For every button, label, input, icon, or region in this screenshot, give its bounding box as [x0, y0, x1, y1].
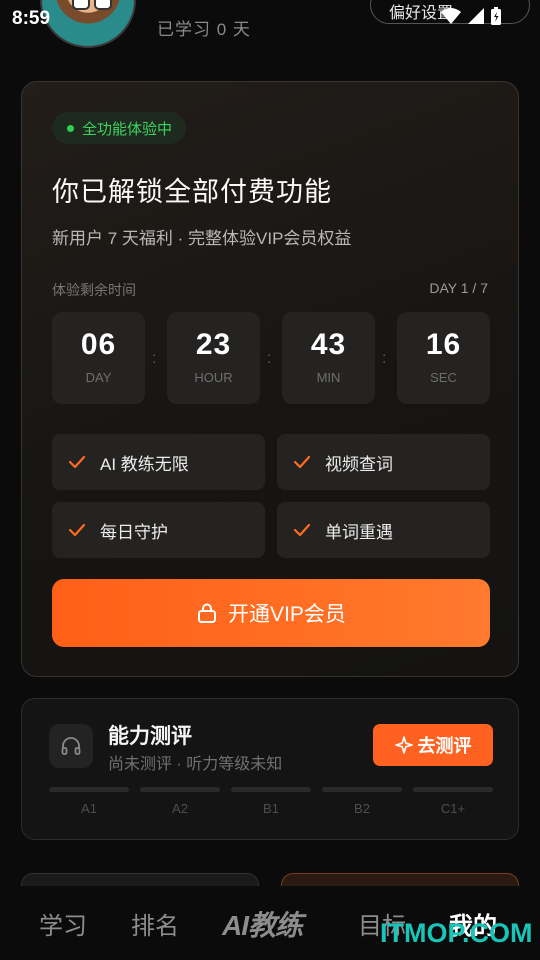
countdown-unit: SEC: [430, 370, 457, 385]
countdown-timer: 06 DAY : 23 HOUR : 43 MIN : 16 SEC: [52, 312, 490, 404]
countdown-separator: :: [267, 350, 272, 367]
sparkle-icon: [394, 736, 413, 754]
level-a1: A1: [49, 787, 129, 816]
check-icon: [293, 523, 311, 537]
level-c1-plus: C1+: [413, 787, 493, 816]
nav-tab-study[interactable]: 学习: [39, 906, 87, 941]
status-dot-icon: [67, 124, 74, 132]
countdown-separator: :: [382, 350, 387, 367]
feature-label: 视频查词: [325, 454, 393, 474]
avatar[interactable]: [40, 0, 136, 48]
vip-card-subtitle: 新用户 7 天福利 · 完整体验VIP会员权益: [52, 229, 352, 248]
countdown-days: 06 DAY: [52, 312, 145, 404]
countdown-value: 23: [195, 328, 232, 361]
level-label: A2: [172, 801, 188, 816]
countdown-value: 16: [425, 328, 462, 361]
status-bar: 8:59 已学习 0 天 偏好设置: [0, 0, 540, 48]
countdown-seconds: 16 SEC: [397, 312, 490, 404]
vip-trial-card: 全功能体验中 你已解锁全部付费功能 新用户 7 天福利 · 完整体验VIP会员权…: [21, 81, 519, 677]
ability-subtitle: 尚未测评 · 听力等级未知: [108, 756, 283, 773]
countdown-minutes: 43 MIN: [282, 312, 375, 404]
ability-icon-box: [49, 724, 93, 768]
signal-icon: [468, 8, 484, 24]
level-b1: B1: [231, 787, 311, 816]
trial-day-counter: DAY 1 / 7: [429, 280, 488, 296]
feature-daily-guard: 每日守护: [52, 502, 265, 558]
battery-icon: [491, 7, 501, 25]
countdown-value: 43: [310, 328, 347, 361]
level-label: C1+: [440, 801, 466, 816]
check-icon: [293, 455, 311, 469]
start-assessment-label: 去测评: [417, 736, 472, 756]
check-icon: [68, 455, 86, 469]
level-label: B2: [354, 801, 370, 816]
countdown-unit: HOUR: [194, 370, 233, 385]
start-assessment-button[interactable]: 去测评: [373, 724, 493, 766]
study-days-text: 已学习 0 天: [157, 20, 251, 39]
feature-label: AI 教练无限: [100, 454, 189, 474]
system-icons: [440, 6, 502, 26]
countdown-unit: DAY: [85, 370, 112, 385]
feature-label: 每日守护: [100, 522, 168, 542]
feature-ai-coach: AI 教练无限: [52, 434, 265, 490]
nav-tab-ai-coach[interactable]: AI教练: [222, 904, 303, 944]
feature-label: 单词重遇: [325, 522, 393, 542]
feature-video-lookup: 视频查词: [277, 434, 490, 490]
watermark-text: ITMOP.COM: [380, 918, 533, 948]
nav-tab-ranking[interactable]: 排名: [131, 906, 179, 941]
trial-badge-label: 全功能体验中: [82, 120, 173, 138]
countdown-hours: 23 HOUR: [167, 312, 260, 404]
ability-assessment-card: 能力测评 尚未测评 · 听力等级未知 去测评 A1 A2 B1 B2 C1+: [21, 698, 519, 840]
remaining-time-label: 体验剩余时间: [52, 282, 136, 298]
check-icon: [68, 523, 86, 537]
ability-title: 能力测评: [108, 725, 192, 748]
feature-word-review: 单词重遇: [277, 502, 490, 558]
vip-card-title: 你已解锁全部付费功能: [52, 177, 332, 207]
wifi-icon: [441, 8, 461, 24]
open-vip-button[interactable]: 开通VIP会员: [52, 579, 490, 647]
level-b2: B2: [322, 787, 402, 816]
headphones-icon: [61, 737, 81, 755]
countdown-separator: :: [152, 350, 157, 367]
trial-status-badge: 全功能体验中: [52, 112, 187, 144]
lock-icon: [198, 603, 217, 623]
open-vip-label: 开通VIP会员: [228, 603, 346, 626]
countdown-unit: MIN: [316, 370, 341, 385]
level-a2: A2: [140, 787, 220, 816]
level-label: B1: [263, 801, 279, 816]
level-label: A1: [81, 801, 97, 816]
countdown-value: 06: [80, 328, 117, 361]
status-time: 8:59: [12, 8, 51, 29]
